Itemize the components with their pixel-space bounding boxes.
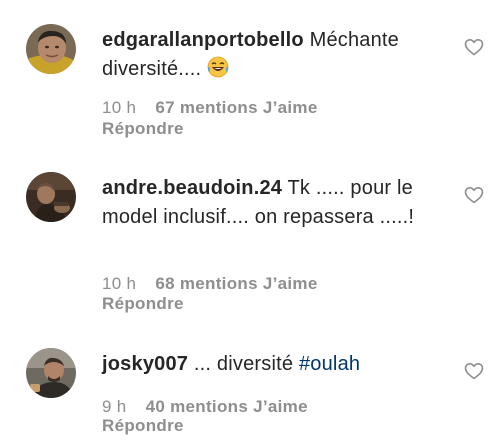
laughing-crying-emoji-icon [207,56,229,78]
comment-meta: 10 h 67 mentions J’aime [102,97,318,118]
like-heart-icon[interactable] [464,362,484,380]
avatar[interactable] [26,172,76,222]
comment-username[interactable]: edgarallanportobello [102,29,304,51]
comment-time: 10 h [102,98,137,117]
reply-button[interactable]: Répondre [102,118,184,139]
comment-likes-count[interactable]: 40 mentions J’aime [146,397,308,416]
comment-username[interactable]: josky007 [102,353,188,375]
reply-button[interactable]: Répondre [102,293,184,314]
avatar-image [26,172,76,222]
reply-button[interactable]: Répondre [102,415,184,436]
comment-time: 10 h [102,274,137,293]
comment-likes-count[interactable]: 68 mentions J’aime [155,274,317,293]
like-heart-icon[interactable] [464,186,484,204]
avatar-image [26,24,76,74]
avatar-image [26,348,76,398]
comment-body: edgarallanportobello Méchante diversité.… [102,26,442,84]
comment-username[interactable]: andre.beaudoin.24 [102,177,282,199]
comment-body: andre.beaudoin.24 Tk ..... pour le model… [102,174,442,232]
like-heart-icon[interactable] [464,38,484,56]
comment-body: josky007 ... diversité #oulah [102,350,442,379]
comment-meta: 9 h 40 mentions J’aime [102,396,308,417]
comment-likes-count[interactable]: 67 mentions J’aime [155,98,317,117]
comment-time: 9 h [102,397,127,416]
comment-text: ... diversité [193,353,299,375]
avatar[interactable] [26,348,76,398]
hashtag-link[interactable]: #oulah [299,353,360,375]
comment-meta: 10 h 68 mentions J’aime [102,273,318,294]
avatar[interactable] [26,24,76,74]
